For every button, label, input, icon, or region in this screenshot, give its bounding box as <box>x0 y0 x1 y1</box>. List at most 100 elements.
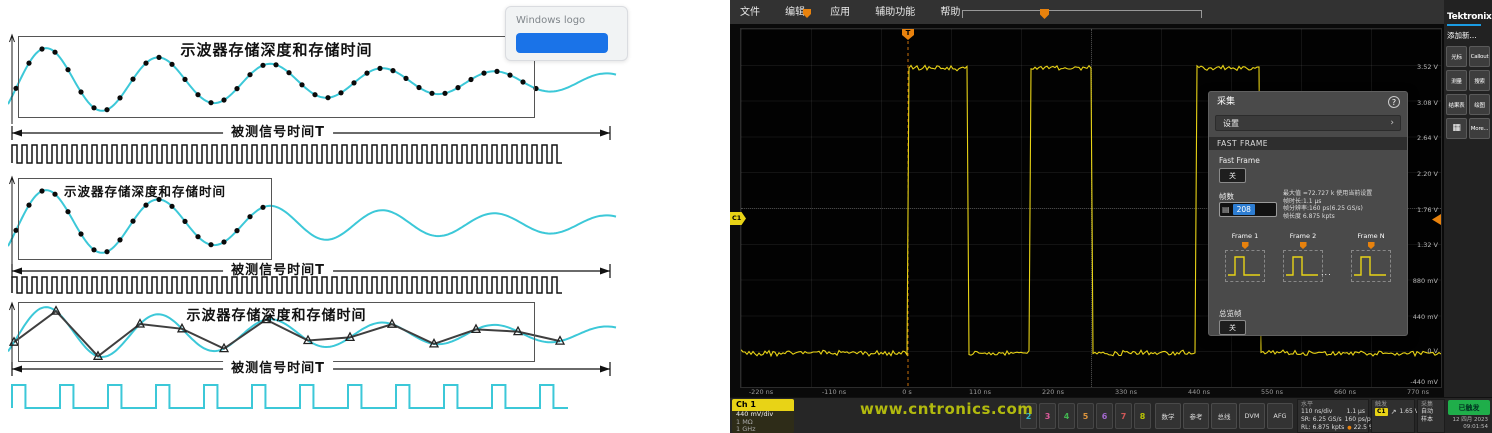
y-tick: 2.64 V <box>1417 134 1438 142</box>
menu-accessibility[interactable]: 辅助功能 <box>865 1 925 25</box>
diagram-slow-sampling: 示波器存储深度和存储时间 被测信号时间T <box>8 296 628 426</box>
time-text: 09:01:54 <box>1442 424 1488 431</box>
triggered-status-button[interactable]: 已触发 <box>1448 400 1490 415</box>
y-tick: -440 mV <box>1410 378 1438 386</box>
fastframe-info: 最大值 =72.727 k 使用当前设置 帧时长:1.1 μs 帧分辨率:160… <box>1283 190 1407 220</box>
acquisition-badge[interactable]: 采集 自动 样本 <box>1417 399 1445 433</box>
channel4-button[interactable]: 4 <box>1058 403 1075 429</box>
pulse-icon <box>1284 251 1322 281</box>
frame-preview: Frame 1 Frame 2 ... <box>1217 232 1399 302</box>
frame-1-pulse <box>1225 250 1265 282</box>
frame-count-label: 帧数 <box>1219 191 1234 202</box>
position-icon: ● <box>1347 425 1351 431</box>
record-length: RL: 6.875 kpts <box>1301 424 1344 432</box>
more-button[interactable]: More... <box>1469 118 1490 139</box>
x-tick: -110 ns <box>822 388 846 396</box>
frame-count-input[interactable]: ▤ 208 <box>1219 202 1277 217</box>
keypad-icon[interactable]: ▤ <box>1222 205 1230 214</box>
y-tick: 880 mV <box>1413 277 1438 285</box>
channel1-badge[interactable]: Ch 1 440 mV/div 1 MΩ 1 GHz <box>732 399 794 433</box>
menu-applications[interactable]: 应用 <box>820 1 860 25</box>
frame-n-label: Frame N <box>1347 232 1395 240</box>
y-tick: 3.52 V <box>1417 63 1438 71</box>
channel7-button[interactable]: 7 <box>1115 403 1132 429</box>
frame-trigger-marker-icon <box>1242 242 1249 249</box>
measure-button[interactable]: 测量 <box>1446 70 1467 91</box>
status-bar: Ch 1 440 mV/div 1 MΩ 1 GHz 2 3 4 5 6 7 8… <box>730 397 1492 433</box>
settings-label: 设置 <box>1223 119 1239 128</box>
fastframe-section-header: FAST FRAME <box>1209 137 1407 150</box>
channel6-button[interactable]: 6 <box>1096 403 1113 429</box>
sample-clock-sparse <box>10 382 580 412</box>
sample-clock-dense-1 <box>10 142 570 166</box>
x-tick: 0 s <box>902 388 912 396</box>
x-axis-labels: -220 ns -110 ns 0 s 110 ns 220 ns 330 ns… <box>740 388 1442 397</box>
frame-count-value: 208 <box>1233 204 1255 215</box>
record-view-bar[interactable] <box>962 10 1202 18</box>
y-tick: 0 V <box>1427 347 1438 355</box>
x-tick: 550 ns <box>1261 388 1283 396</box>
datetime: 12 四月 2023 09:01:54 <box>1442 417 1490 430</box>
storage-box-title-2: 示波器存储深度和存储时间 <box>19 181 271 200</box>
summary-frame-toggle[interactable]: 关 <box>1219 320 1246 335</box>
horizontal-badge[interactable]: 水平 110 ns/div 1.1 μs SR: 6.25 GS/s 160 p… <box>1297 399 1369 433</box>
menu-bar: 文件 编辑 应用 辅助功能 帮助 <box>730 0 1444 24</box>
x-tick: 220 ns <box>1042 388 1064 396</box>
afg-button[interactable]: AFG <box>1267 403 1293 429</box>
info-line: 帧长度 6.875 kpts <box>1283 213 1407 221</box>
search-button[interactable]: 搜索 <box>1469 70 1490 91</box>
fastframe-label: Fast Frame <box>1219 156 1260 165</box>
add-new-button[interactable]: 添加新... <box>1446 26 1490 46</box>
windows-tooltip: Windows logo <box>505 6 628 61</box>
diagram-limited-memory: 示波器存储深度和存储时间 被测信号时间T <box>8 170 628 298</box>
pulse-icon <box>1226 251 1264 281</box>
storage-box-title-3: 示波器存储深度和存储时间 <box>19 305 534 325</box>
channel8-button[interactable]: 8 <box>1134 403 1151 429</box>
frame-2-label: Frame 2 <box>1279 232 1327 240</box>
channel5-button[interactable]: 5 <box>1077 403 1094 429</box>
fastframe-toggle[interactable]: 关 <box>1219 168 1246 183</box>
storage-window-box-3: 示波器存储深度和存储时间 <box>18 302 535 362</box>
channel1-bandwidth: 1 GHz <box>732 426 794 433</box>
frame-n-cell: Frame N <box>1347 232 1395 282</box>
display-grid-icon[interactable]: ▦ <box>1446 118 1467 139</box>
channel3-button[interactable]: 3 <box>1039 403 1056 429</box>
signal-time-label-3: 被测信号时间T <box>223 360 333 378</box>
storage-box-title-1: 示波器存储深度和存储时间 <box>19 39 534 60</box>
trigger-level: 1.65 V <box>1399 408 1418 416</box>
menu-file[interactable]: 文件 <box>730 1 770 25</box>
tektronix-logo: Tektronix <box>1446 2 1490 26</box>
trigger-badge[interactable]: 触发 C1 ↗ 1.65 V <box>1371 399 1415 433</box>
frame-n-pulse <box>1351 250 1391 282</box>
callout-button[interactable]: Callout <box>1469 46 1490 67</box>
sampling-diagrams: Windows logo 示波器存储深度和存储时间 被测信号时间T 示波器存储深… <box>0 0 730 433</box>
windows-tooltip-button[interactable] <box>516 33 608 53</box>
y-tick: 1.76 V <box>1417 206 1438 214</box>
results-table-button[interactable]: 结果表 <box>1446 94 1467 115</box>
frame-trigger-marker-icon <box>1368 242 1375 249</box>
plot-button[interactable]: 绘图 <box>1469 94 1490 115</box>
cursor-button[interactable]: 光标 <box>1446 46 1467 67</box>
page: Windows logo 示波器存储深度和存储时间 被测信号时间T 示波器存储深… <box>0 0 1492 433</box>
dialog-title: 采集 <box>1217 97 1235 107</box>
settings-row[interactable]: 设置 › <box>1215 115 1401 131</box>
x-tick: -220 ns <box>749 388 773 396</box>
bus-button[interactable]: 总线 <box>1211 403 1237 429</box>
frame-2-pulse <box>1283 250 1323 282</box>
reference-button[interactable]: 参考 <box>1183 403 1209 429</box>
sample-rate: SR: 6.25 GS/s <box>1301 416 1342 424</box>
info-line: 帧分辨率:160 ps(6.25 GS/s) <box>1283 205 1407 213</box>
windows-tooltip-text: Windows logo <box>516 15 627 26</box>
x-tick: 440 ns <box>1188 388 1210 396</box>
right-toolbar: Tektronix 添加新... 光标 Callout 测量 搜索 结果表 绘图… <box>1444 0 1492 397</box>
help-icon[interactable]: ? <box>1388 96 1400 108</box>
acquisition-type: 样本 <box>1421 416 1433 424</box>
dvm-button[interactable]: DVM <box>1239 403 1265 429</box>
rising-edge-icon: ↗ <box>1391 408 1397 416</box>
signal-time-axis-1: 被测信号时间T <box>8 124 620 142</box>
horizontal-window: 1.1 μs <box>1347 408 1365 416</box>
sample-resolution: 160 ps/pt <box>1345 416 1373 424</box>
storage-window-box-2: 示波器存储深度和存储时间 <box>18 178 272 260</box>
horizontal-title: 水平 <box>1301 401 1365 408</box>
math-button[interactable]: 数学 <box>1155 403 1181 429</box>
